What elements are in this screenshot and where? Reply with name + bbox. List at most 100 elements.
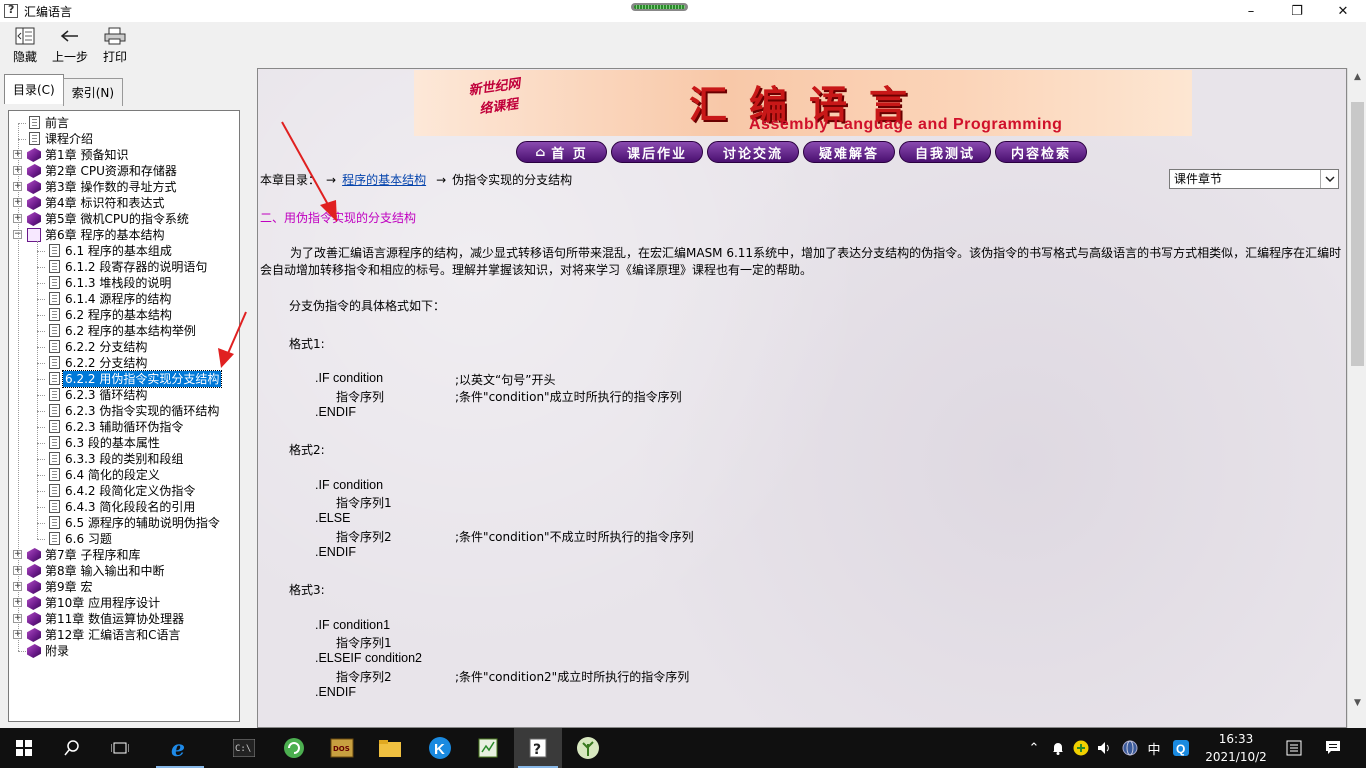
tree-item[interactable]: 6.2.2 分支结构: [11, 339, 239, 355]
contents-tree[interactable]: 前言 课程介绍 + 第1章 预备知识 + 第2章 CPU资源和存储器 + 第3章 操作数的寻址…: [8, 110, 240, 722]
tree-item[interactable]: 6.2 程序的基本结构: [11, 307, 239, 323]
tree-connector: [37, 539, 45, 540]
taskbar-notepad[interactable]: [464, 728, 512, 768]
tab-contents[interactable]: 目录(C): [4, 74, 64, 104]
tree-item[interactable]: + 第1章 预备知识: [11, 147, 239, 163]
hide-button[interactable]: 隐藏: [4, 22, 46, 66]
taskbar-kugou[interactable]: K: [416, 728, 464, 768]
tree-item[interactable]: 6.2.3 辅助循环伪指令: [11, 419, 239, 435]
tree-item-label: 第8章 输入输出和中断: [45, 564, 165, 578]
hide-pane-icon: [14, 26, 36, 46]
taskbar-dosbox[interactable]: DOS: [318, 728, 366, 768]
start-button[interactable]: [0, 728, 48, 768]
breadcrumb-link[interactable]: 程序的基本结构: [342, 171, 426, 188]
maximize-button[interactable]: ❐: [1274, 0, 1320, 22]
nav-discussion-button[interactable]: 讨论交流: [707, 141, 799, 163]
tree-connector: [18, 123, 26, 124]
search-button[interactable]: [48, 728, 96, 768]
tree-item-selected[interactable]: 6.2.2 用伪指令实现分支结构: [11, 370, 239, 388]
tree-item[interactable]: 6.1.2 段寄存器的说明语句: [11, 259, 239, 275]
tree-item[interactable]: + 第2章 CPU资源和存储器: [11, 163, 239, 179]
add-green-icon[interactable]: [1071, 728, 1091, 768]
chapter-select[interactable]: 课件章节: [1169, 169, 1339, 189]
taskbar-explorer[interactable]: [366, 728, 414, 768]
taskbar-green-app[interactable]: [270, 728, 318, 768]
tree-item[interactable]: 6.5 源程序的辅助说明伪指令: [11, 515, 239, 531]
nav-search-button[interactable]: 内容检索: [995, 141, 1087, 163]
notification-bell-icon[interactable]: [1048, 728, 1068, 768]
format2-seq2-comment: ;条件"condition"不成立时所执行的指令序列: [455, 530, 694, 544]
tree-item[interactable]: 6.4.3 简化段段名的引用: [11, 499, 239, 515]
tree-item[interactable]: 前言: [11, 115, 239, 131]
tree-item[interactable]: 6.3 段的基本属性: [11, 435, 239, 451]
tree-item[interactable]: 课程介绍: [11, 131, 239, 147]
tree-item[interactable]: − 第6章 程序的基本结构: [11, 227, 239, 243]
network-globe-icon[interactable]: [1119, 728, 1141, 768]
content-scrollbar[interactable]: ▲ ▼: [1347, 68, 1366, 728]
tree-item[interactable]: + 第11章 数值运算协处理器: [11, 611, 239, 627]
tree-item[interactable]: 6.6 习题: [11, 531, 239, 547]
tree-item[interactable]: 6.1.4 源程序的结构: [11, 291, 239, 307]
tree-item[interactable]: 6.4 简化的段定义: [11, 467, 239, 483]
tree-item-label: 第4章 标识符和表达式: [45, 196, 165, 210]
scroll-up-icon[interactable]: ▲: [1348, 68, 1366, 86]
tree-item[interactable]: 6.1.3 堆栈段的说明: [11, 275, 239, 291]
taskbar-ie[interactable]: e: [152, 728, 208, 768]
tree-item[interactable]: 6.2.2 分支结构: [11, 355, 239, 371]
scroll-down-icon[interactable]: ▼: [1348, 694, 1366, 712]
breadcrumb-current: 伪指令实现的分支结构: [452, 173, 573, 187]
nav-qa-button[interactable]: 疑难解答: [803, 141, 895, 163]
back-button[interactable]: 上一步: [46, 22, 94, 66]
tree-connector: [18, 123, 19, 651]
tree-item[interactable]: 附录: [11, 643, 239, 659]
tree-connector: [37, 267, 45, 268]
tab-index[interactable]: 索引(N): [62, 78, 124, 106]
tree-item[interactable]: + 第3章 操作数的寻址方式: [11, 179, 239, 195]
nav-home-label: 首 页: [551, 146, 588, 162]
tree-item[interactable]: 6.2.3 伪指令实现的循环结构: [11, 403, 239, 419]
tree-item[interactable]: 6.1 程序的基本组成: [11, 243, 239, 259]
tree-item[interactable]: + 第8章 输入输出和中断: [11, 563, 239, 579]
taskbar-terminal[interactable]: C:\: [220, 728, 268, 768]
tree-item[interactable]: + 第7章 子程序和库: [11, 547, 239, 563]
tree-connector: [37, 443, 45, 444]
nav-home-button[interactable]: ⌂ 首 页: [516, 141, 607, 163]
taskbar-help-app[interactable]: ?: [514, 728, 562, 768]
close-button[interactable]: ✕: [1320, 0, 1366, 22]
notes-icon[interactable]: [1282, 728, 1306, 768]
taskbar-plant-app[interactable]: [564, 728, 612, 768]
tree-connector: [37, 251, 45, 252]
tree-item[interactable]: 6.3.3 段的类别和段组: [11, 451, 239, 467]
drag-handle[interactable]: [631, 3, 688, 11]
book-icon: [27, 180, 41, 194]
tree-item[interactable]: + 第5章 微机CPU的指令系统: [11, 211, 239, 227]
tree-connector: [37, 523, 45, 524]
tree-item[interactable]: + 第4章 标识符和表达式: [11, 195, 239, 211]
tree-item[interactable]: + 第12章 汇编语言和C语言: [11, 627, 239, 643]
nav-selftest-button[interactable]: 自我测试: [899, 141, 991, 163]
qq-icon[interactable]: Q: [1170, 728, 1192, 768]
chevron-down-icon[interactable]: [1320, 170, 1338, 188]
tree-item[interactable]: 6.2.3 循环结构: [11, 387, 239, 403]
task-view-icon: [111, 742, 129, 754]
course-banner: 新世纪网 络课程 汇编语言 Assembly Language and Prog…: [414, 70, 1192, 136]
minimize-button[interactable]: –: [1228, 0, 1274, 22]
volume-icon[interactable]: [1095, 728, 1115, 768]
content-pane: 新世纪网 络课程 汇编语言 Assembly Language and Prog…: [257, 68, 1347, 728]
toolbar: 隐藏 上一步 打印: [0, 22, 1366, 66]
scroll-thumb[interactable]: [1351, 102, 1364, 366]
document-icon: [49, 260, 60, 273]
task-view-button[interactable]: [96, 728, 144, 768]
system-clock[interactable]: 16:33 2021/10/2: [1196, 730, 1276, 766]
action-center-icon[interactable]: [1320, 728, 1346, 768]
tree-item[interactable]: + 第10章 应用程序设计: [11, 595, 239, 611]
tree-item[interactable]: 6.2 程序的基本结构举例: [11, 323, 239, 339]
nav-homework-button[interactable]: 课后作业: [611, 141, 703, 163]
tree-list: 前言 课程介绍 + 第1章 预备知识 + 第2章 CPU资源和存储器 + 第3章 操作数的寻址…: [11, 115, 239, 659]
tree-item[interactable]: 6.4.2 段简化定义伪指令: [11, 483, 239, 499]
tray-chevron-icon[interactable]: ⌃: [1024, 728, 1044, 768]
print-button[interactable]: 打印: [94, 22, 136, 66]
pane-splitter[interactable]: [250, 68, 257, 728]
ime-indicator[interactable]: 中: [1144, 728, 1164, 768]
tree-item[interactable]: + 第9章 宏: [11, 579, 239, 595]
